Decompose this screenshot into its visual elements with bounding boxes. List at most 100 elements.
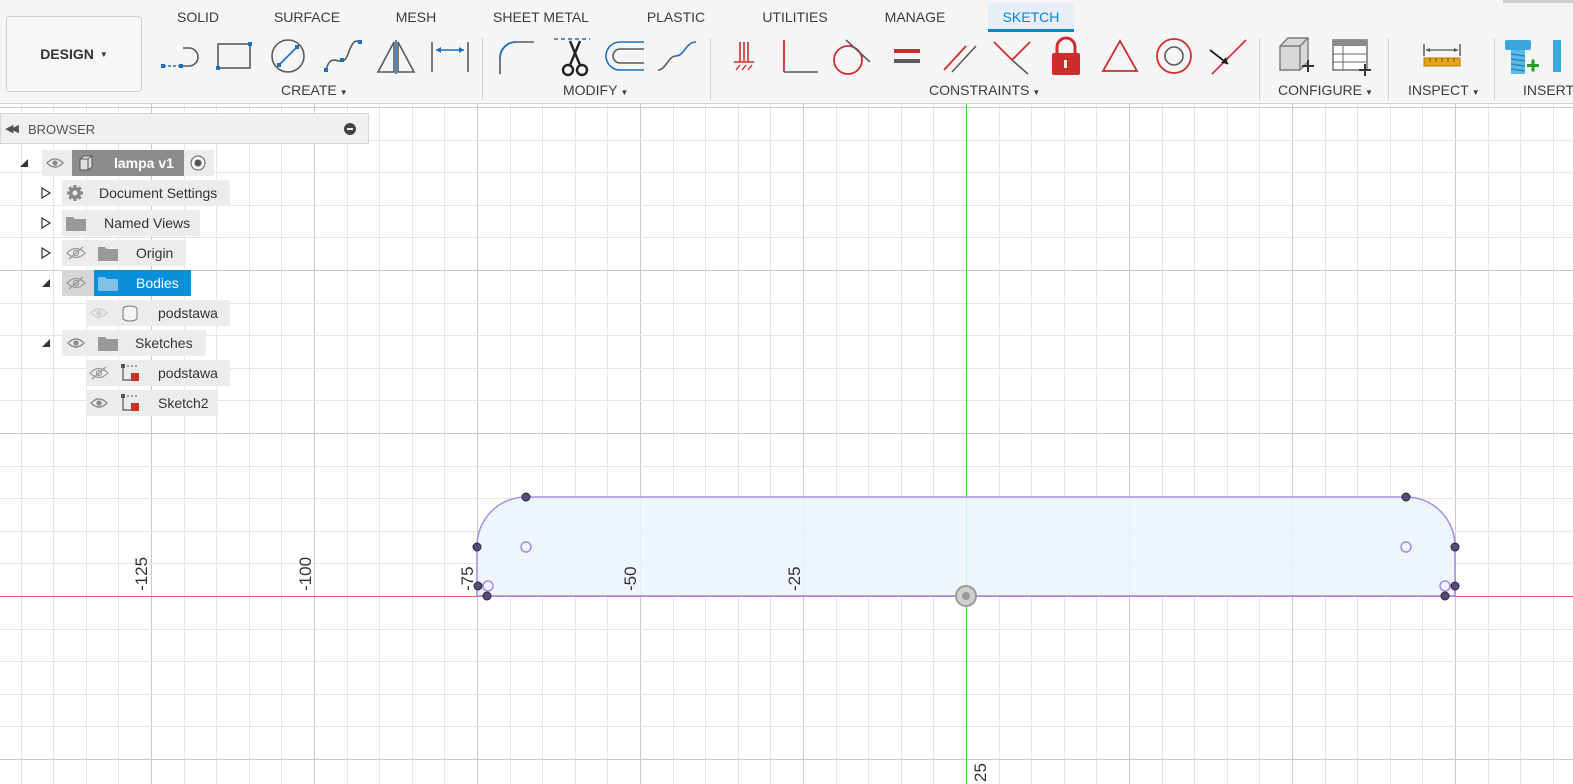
- fix-icon[interactable]: [720, 33, 768, 79]
- browser-title: BROWSER: [28, 122, 96, 137]
- circle-icon[interactable]: [264, 33, 312, 79]
- browser-node-body-podstawa[interactable]: podstawa: [0, 300, 230, 326]
- tangent-icon[interactable]: [826, 33, 874, 79]
- configure-table-icon[interactable]: [1327, 33, 1375, 79]
- group-configure[interactable]: CONFIGURE ▼: [1278, 82, 1373, 100]
- eye-icon[interactable]: [44, 150, 66, 176]
- window-strip: [1503, 0, 1573, 3]
- browser-node-sketch2[interactable]: Sketch2: [0, 390, 218, 416]
- tab-sheet-metal[interactable]: SHEET METAL: [482, 3, 600, 32]
- caret-down-icon: ▼: [620, 88, 629, 97]
- sketch-dimension-icon[interactable]: [426, 33, 474, 79]
- eye-hidden-icon[interactable]: [65, 240, 87, 266]
- measure-icon[interactable]: [1418, 33, 1466, 79]
- node-label: Origin: [136, 245, 174, 261]
- minimize-panel-icon[interactable]: [344, 123, 356, 135]
- group-create[interactable]: CREATE ▼: [281, 82, 348, 100]
- trim-icon[interactable]: [548, 33, 596, 79]
- collapse-panel-icon[interactable]: ◀◀: [5, 122, 19, 135]
- offset-icon[interactable]: [602, 33, 650, 79]
- axis-label: -50: [621, 566, 640, 591]
- eye-icon[interactable]: [65, 330, 87, 356]
- tab-plastic[interactable]: PLASTIC: [636, 3, 716, 32]
- tab-utilities[interactable]: UTILITIES: [752, 3, 838, 32]
- midpoint-icon[interactable]: [1204, 33, 1252, 79]
- folder-icon: [96, 270, 120, 296]
- group-modify[interactable]: MODIFY ▼: [563, 82, 628, 100]
- browser-node-sketch-podstawa[interactable]: podstawa: [0, 360, 230, 386]
- browser-node-origin[interactable]: Origin: [0, 240, 190, 266]
- lock-icon[interactable]: [1042, 33, 1090, 79]
- sketch-origin-center: [962, 592, 970, 600]
- browser-node-sketches[interactable]: Sketches: [0, 330, 206, 356]
- activate-radio-icon[interactable]: [186, 150, 210, 176]
- insert-bolt-icon[interactable]: [1505, 33, 1561, 79]
- browser-node-bodies[interactable]: Bodies: [0, 270, 192, 296]
- body-icon: [118, 300, 142, 326]
- expanded-triangle-icon[interactable]: [40, 277, 52, 289]
- sketch-point[interactable]: [1401, 492, 1411, 502]
- node-label: podstawa: [158, 305, 218, 321]
- sketch-point[interactable]: [521, 492, 531, 502]
- tab-mesh[interactable]: MESH: [385, 3, 447, 32]
- spline-icon[interactable]: [318, 33, 366, 79]
- eye-icon[interactable]: [88, 390, 110, 416]
- browser-node-document-settings[interactable]: Document Settings: [0, 180, 230, 206]
- tab-solid[interactable]: SOLID: [165, 3, 231, 32]
- workspace-switcher[interactable]: DESIGN ▼: [6, 16, 142, 92]
- triangle-icon[interactable]: [1096, 33, 1144, 79]
- group-modify-label: MODIFY: [563, 82, 618, 98]
- eye-icon[interactable]: [88, 300, 110, 326]
- line-icon[interactable]: [157, 33, 205, 79]
- separator: [1388, 38, 1389, 100]
- tab-manage[interactable]: MANAGE: [872, 3, 958, 32]
- collapsed-triangle-icon[interactable]: [40, 187, 52, 199]
- rectangle-icon[interactable]: [211, 33, 259, 79]
- folder-icon: [96, 330, 120, 356]
- browser-node-named-views[interactable]: Named Views: [0, 210, 200, 236]
- expanded-triangle-icon[interactable]: [40, 337, 52, 349]
- sketch-point[interactable]: [482, 591, 492, 601]
- group-constraints[interactable]: CONSTRAINTS ▼: [929, 82, 1040, 100]
- coincident-icon[interactable]: [988, 33, 1036, 79]
- group-configure-label: CONFIGURE: [1278, 82, 1362, 98]
- sketch-point[interactable]: [1450, 542, 1460, 552]
- perpendicular-icon[interactable]: [774, 33, 822, 79]
- eye-hidden-icon[interactable]: [88, 360, 110, 386]
- separator: [710, 38, 711, 100]
- sketch-canvas[interactable]: -125 -100 -75 -50 -25 25: [0, 104, 1573, 784]
- parallel-icon[interactable]: [936, 33, 984, 79]
- ribbon-toolbar: DESIGN ▼ SOLID SURFACE MESH SHEET METAL …: [0, 0, 1573, 104]
- node-label: Sketch2: [158, 395, 209, 411]
- axis-label: -75: [458, 566, 477, 591]
- expanded-triangle-icon[interactable]: [18, 157, 30, 169]
- node-label: Named Views: [104, 215, 191, 231]
- equal-icon[interactable]: [882, 33, 930, 79]
- caret-down-icon: ▼: [1032, 88, 1041, 97]
- tab-surface[interactable]: SURFACE: [262, 3, 352, 32]
- collapsed-triangle-icon[interactable]: [40, 217, 52, 229]
- browser-node-root[interactable]: lampa v1: [0, 150, 230, 176]
- component-icon: [74, 150, 98, 176]
- collapsed-triangle-icon[interactable]: [40, 247, 52, 259]
- eye-hidden-icon[interactable]: [65, 270, 87, 296]
- group-inspect[interactable]: INSPECT ▼: [1408, 82, 1480, 100]
- group-create-label: CREATE: [281, 82, 337, 98]
- configure-body-icon[interactable]: [1272, 33, 1320, 79]
- sketch-point[interactable]: [472, 542, 482, 552]
- group-constraints-label: CONSTRAINTS: [929, 82, 1030, 98]
- group-insert-label: INSERT: [1523, 82, 1573, 98]
- fillet-icon[interactable]: [492, 33, 540, 79]
- folder-icon: [64, 210, 88, 236]
- extend-icon[interactable]: [654, 33, 702, 79]
- tab-sketch[interactable]: SKETCH: [988, 3, 1074, 32]
- caret-down-icon: ▼: [1365, 88, 1373, 97]
- node-label: Bodies: [136, 275, 179, 291]
- concentric-icon[interactable]: [1150, 33, 1198, 79]
- sketch-point[interactable]: [1440, 591, 1450, 601]
- caret-down-icon: ▼: [1471, 88, 1480, 97]
- sketch-point[interactable]: [1450, 581, 1460, 591]
- group-insert[interactable]: INSERT: [1523, 82, 1573, 100]
- mirror-icon[interactable]: [372, 33, 420, 79]
- folder-icon: [96, 240, 120, 266]
